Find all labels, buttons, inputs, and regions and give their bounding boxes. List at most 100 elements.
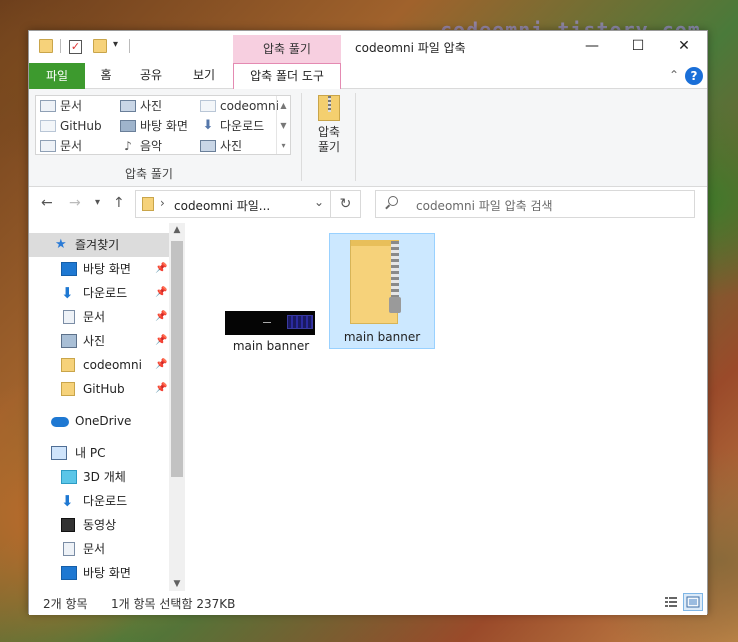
cloud-icon xyxy=(51,417,69,427)
tab-share[interactable]: 공유 xyxy=(135,63,167,89)
ribbon-panel: 문서 GitHub 문서 사진 바탕 화면 ♪ 음악 codeomni ⬇ 다운로드… xyxy=(29,89,707,187)
folder-icon xyxy=(61,382,75,396)
pin-icon[interactable]: 📌 xyxy=(155,257,167,281)
gallery-item[interactable]: codeomni xyxy=(200,96,279,116)
nav-item-pc-desktop[interactable]: 바탕 화면 xyxy=(29,561,169,585)
star-icon: ★ xyxy=(55,237,67,252)
download-icon: ⬇ xyxy=(61,492,74,510)
file-name: main banner xyxy=(343,330,421,344)
maximize-button[interactable]: ☐ xyxy=(615,31,661,63)
title-bar: ✓ ▾ 압축 풀기 codeomni 파일 압축 — ☐ ✕ xyxy=(29,31,707,63)
nav-item-desktop[interactable]: 바탕 화면 📌 xyxy=(29,257,169,281)
help-icon[interactable]: ? xyxy=(685,67,703,85)
cube-icon xyxy=(61,470,77,484)
search-input[interactable]: codeomni 파일 압축 검색 xyxy=(375,190,695,218)
pictures-icon xyxy=(61,334,77,348)
file-name: main banner xyxy=(232,339,310,353)
desktop-icon xyxy=(120,120,136,132)
download-icon: ⬇ xyxy=(202,118,214,133)
new-folder-icon[interactable] xyxy=(93,39,107,57)
pin-icon[interactable]: 📌 xyxy=(155,305,167,329)
desktop-icon xyxy=(61,262,77,276)
scrollbar-thumb[interactable] xyxy=(171,241,183,477)
nav-item-pc-downloads[interactable]: ⬇ 다운로드 xyxy=(29,489,169,513)
properties-icon[interactable]: ✓ xyxy=(69,39,82,57)
nav-item-onedrive[interactable]: OneDrive xyxy=(29,409,169,433)
nav-scrollbar[interactable]: ▲ ▼ xyxy=(169,223,185,591)
search-icon xyxy=(388,196,398,206)
pin-icon[interactable]: 📌 xyxy=(155,281,167,305)
extract-to-gallery: 문서 GitHub 문서 사진 바탕 화면 ♪ 음악 codeomni ⬇ 다운로드… xyxy=(35,95,291,155)
gallery-item[interactable]: 바탕 화면 xyxy=(120,116,188,136)
gallery-item[interactable]: 문서 xyxy=(40,96,82,116)
nav-item-downloads[interactable]: ⬇ 다운로드 📌 xyxy=(29,281,169,305)
refresh-button[interactable]: ↻ xyxy=(331,190,361,218)
details-view-icon[interactable] xyxy=(661,593,681,611)
ribbon-tabs: 파일 홈 공유 보기 압축 폴더 도구 ⌃ ? xyxy=(29,63,707,90)
navigation-pane: ★ 즐겨찾기 바탕 화면 📌 ⬇ 다운로드 📌 문서 📌 사진 📌 codeom… xyxy=(29,223,185,591)
nav-item-pc-documents[interactable]: 문서 xyxy=(29,537,169,561)
nav-item-videos[interactable]: 동영상 xyxy=(29,513,169,537)
folder-icon xyxy=(40,120,56,132)
tab-home[interactable]: 홈 xyxy=(91,63,121,89)
divider xyxy=(301,93,302,181)
tab-compressed-folder-tools[interactable]: 압축 폴더 도구 xyxy=(233,63,341,90)
collapse-ribbon-icon[interactable]: ⌃ xyxy=(669,68,679,82)
large-icons-view-icon[interactable] xyxy=(683,593,703,611)
file-item-image[interactable]: main banner xyxy=(201,233,341,353)
forward-icon[interactable]: → xyxy=(69,195,81,211)
minimize-button[interactable]: — xyxy=(569,31,615,63)
chevron-right-icon: › xyxy=(160,196,165,210)
address-bar[interactable]: › codeomni 파일... ⌄ xyxy=(135,190,331,218)
file-list: main banner main banner xyxy=(185,223,707,591)
status-bar: 2개 항목 1개 항목 선택함 237KB xyxy=(29,591,707,615)
up-icon[interactable]: ↑ xyxy=(113,195,125,211)
gallery-item[interactable]: 문서 xyxy=(40,136,82,156)
pictures-icon xyxy=(200,140,216,152)
gallery-item[interactable]: ♪ 음악 xyxy=(120,136,162,156)
back-icon[interactable]: ← xyxy=(41,195,53,211)
download-icon: ⬇ xyxy=(61,284,74,302)
pin-icon[interactable]: 📌 xyxy=(155,377,167,401)
file-item-zip[interactable]: main banner xyxy=(329,233,435,349)
pin-icon[interactable]: 📌 xyxy=(155,353,167,377)
gallery-item[interactable]: GitHub xyxy=(40,116,102,136)
zip-folder-icon xyxy=(350,240,401,324)
close-button[interactable]: ✕ xyxy=(661,31,707,63)
window-title: codeomni 파일 압축 xyxy=(355,41,466,55)
nav-item-3d-objects[interactable]: 3D 개체 xyxy=(29,465,169,489)
folder-icon xyxy=(39,39,53,57)
desktop-icon xyxy=(61,566,77,580)
scroll-up-icon[interactable]: ▲ xyxy=(169,225,185,235)
pictures-icon xyxy=(120,100,136,112)
nav-item-pictures[interactable]: 사진 📌 xyxy=(29,329,169,353)
gallery-scrollbar[interactable]: ▲ ▼ ▾ xyxy=(276,96,290,154)
image-thumbnail xyxy=(225,311,315,335)
nav-item-github[interactable]: GitHub 📌 xyxy=(29,377,169,401)
nav-item-codeomni[interactable]: codeomni 📌 xyxy=(29,353,169,377)
recent-locations-icon[interactable]: ▾ xyxy=(95,197,100,208)
pin-icon[interactable]: 📌 xyxy=(155,329,167,353)
tab-file[interactable]: 파일 xyxy=(29,63,85,89)
group-label: 압축 풀기 xyxy=(125,167,173,181)
folder-icon xyxy=(200,100,216,112)
customize-quick-access-icon[interactable]: ▾ xyxy=(113,39,118,57)
film-icon xyxy=(61,518,75,532)
tab-view[interactable]: 보기 xyxy=(187,63,221,89)
extract-all-button[interactable]: 압축 풀기 xyxy=(309,95,349,155)
nav-item-documents[interactable]: 문서 📌 xyxy=(29,305,169,329)
address-row: ← → ▾ ↑ › codeomni 파일... ⌄ ↻ codeomni 파일… xyxy=(29,187,707,221)
gallery-item[interactable]: 사진 xyxy=(120,96,162,116)
nav-item-this-pc[interactable]: 내 PC xyxy=(29,441,169,465)
nav-item-quick-access[interactable]: ★ 즐겨찾기 xyxy=(29,233,169,257)
item-count: 2개 항목 xyxy=(43,597,88,611)
gallery-item[interactable]: ⬇ 다운로드 xyxy=(200,116,265,136)
scroll-down-icon[interactable]: ▼ xyxy=(169,579,185,589)
document-icon xyxy=(63,310,75,324)
chevron-down-icon[interactable]: ⌄ xyxy=(314,195,324,209)
gallery-item[interactable]: 사진 xyxy=(200,136,242,156)
zip-folder-icon xyxy=(318,95,340,121)
file-explorer-window: ✓ ▾ 압축 풀기 codeomni 파일 압축 — ☐ ✕ 파일 홈 공유 보… xyxy=(28,30,708,615)
computer-icon xyxy=(51,446,67,460)
folder-icon xyxy=(61,358,75,372)
